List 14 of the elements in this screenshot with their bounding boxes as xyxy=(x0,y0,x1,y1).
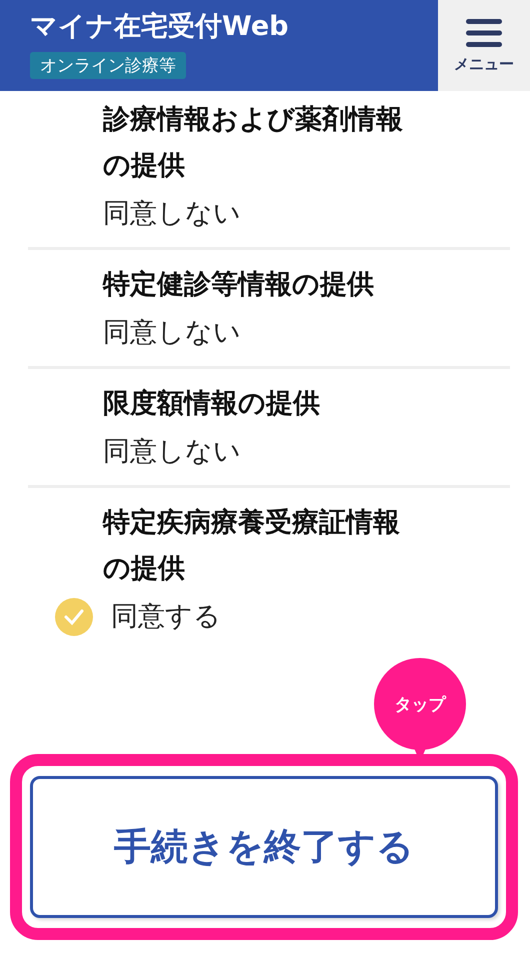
consent-value: 同意しない xyxy=(103,435,242,469)
check-icon xyxy=(55,598,93,636)
app-title: マイナ在宅受付Web xyxy=(30,10,288,44)
consent-title: 診療情報および薬剤情報の提供 xyxy=(103,103,404,183)
consent-value: 同意しない xyxy=(103,197,242,231)
finish-button[interactable]: 手続きを終了する xyxy=(30,776,498,918)
menu-icon xyxy=(464,17,504,49)
consent-title: 限度額情報の提供 xyxy=(103,387,321,421)
consent-value: 同意しない xyxy=(103,316,242,350)
consent-title: 特定疾病療養受療証情報の提供 xyxy=(103,506,401,586)
consent-title: 特定健診等情報の提供 xyxy=(103,268,375,302)
consent-value: 同意する xyxy=(111,600,221,634)
menu-button[interactable]: メニュー xyxy=(438,0,530,91)
service-tag: オンライン診療等 xyxy=(30,52,186,79)
